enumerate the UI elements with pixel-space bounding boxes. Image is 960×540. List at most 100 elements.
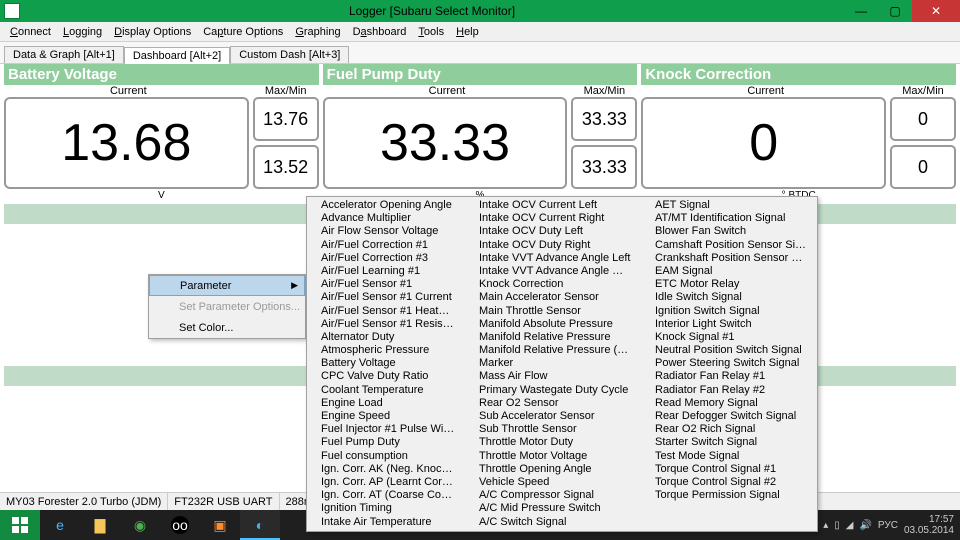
parameter-option[interactable]: Engine Load [307, 397, 465, 410]
parameter-option[interactable]: Manifold Relative Pressure (corrected) [465, 344, 641, 357]
parameter-option[interactable]: Knock Signal #1 [641, 331, 817, 344]
parameter-option[interactable]: Air/Fuel Sensor #1 Current [307, 291, 465, 304]
parameter-option[interactable]: Rear O2 Rich Signal [641, 423, 817, 436]
parameter-option[interactable]: Throttle Motor Voltage [465, 450, 641, 463]
parameter-option[interactable]: Air/Fuel Correction #3 [307, 252, 465, 265]
parameter-option[interactable]: Intake OCV Current Left [465, 199, 641, 212]
parameter-option[interactable]: Coolant Temperature [307, 384, 465, 397]
parameter-option[interactable]: ETC Motor Relay [641, 278, 817, 291]
parameter-option[interactable]: Atmospheric Pressure [307, 344, 465, 357]
network-icon[interactable]: ◢ [846, 520, 854, 531]
parameter-option[interactable]: Accelerator Opening Angle [307, 199, 465, 212]
parameter-option[interactable]: Mass Air Flow [465, 370, 641, 383]
parameter-option[interactable]: Ignition Switch Signal [641, 305, 817, 318]
menu-connect[interactable]: Connect [4, 24, 57, 40]
parameter-option[interactable]: Air/Fuel Correction #1 [307, 239, 465, 252]
gauge-knock-correction[interactable]: Knock Correction CurrentMax/Min 0 0 0 ° … [641, 64, 956, 202]
maximize-button[interactable]: ▢ [878, 0, 912, 22]
minimize-button[interactable]: — [844, 0, 878, 22]
parameter-option[interactable]: Camshaft Position Sensor Signal [641, 239, 817, 252]
menu-display-options[interactable]: Display Options [108, 24, 197, 40]
parameter-option[interactable]: Intake VVT Advance Angle Right [465, 265, 641, 278]
battery-icon[interactable]: ▯ [834, 520, 840, 531]
parameter-option[interactable]: Radiator Fan Relay #1 [641, 370, 817, 383]
parameter-option[interactable]: Knock Correction [465, 278, 641, 291]
parameter-option[interactable]: Advance Multiplier [307, 212, 465, 225]
parameter-option[interactable]: Throttle Motor Duty [465, 436, 641, 449]
parameter-option[interactable]: Air/Fuel Sensor #1 Heater Current [307, 305, 465, 318]
parameter-option[interactable]: Neutral Position Switch Signal [641, 344, 817, 357]
parameter-option[interactable]: A/C Mid Pressure Switch [465, 502, 641, 515]
parameter-option[interactable]: Crankshaft Position Sensor Signal [641, 252, 817, 265]
parameter-option[interactable]: Primary Wastegate Duty Cycle [465, 384, 641, 397]
ctx-item-parameter[interactable]: Parameter ▶ [149, 275, 305, 296]
menu-dashboard[interactable]: Dashboard [347, 24, 413, 40]
parameter-option[interactable]: Main Accelerator Sensor [465, 291, 641, 304]
parameter-option[interactable]: Intake OCV Duty Left [465, 225, 641, 238]
taskbar-app-other2[interactable]: ▣ [200, 510, 240, 540]
tab-custom-dash[interactable]: Custom Dash [Alt+3] [230, 46, 349, 63]
tray-up-icon[interactable]: ▴ [823, 520, 828, 531]
parameter-option[interactable]: Air/Fuel Sensor #1 Resistance [307, 318, 465, 331]
parameter-option[interactable]: Throttle Opening Angle [465, 463, 641, 476]
parameter-option[interactable]: Main Throttle Sensor [465, 305, 641, 318]
taskbar-app-explorer[interactable]: ▇ [80, 510, 120, 540]
parameter-option[interactable]: Read Memory Signal [641, 397, 817, 410]
taskbar-app-chrome[interactable]: ◉ [120, 510, 160, 540]
tray-language[interactable]: РУС [878, 520, 898, 531]
parameter-option[interactable]: Ign. Corr. AT (Coarse Correc.) [307, 489, 465, 502]
parameter-option[interactable]: Torque Control Signal #2 [641, 476, 817, 489]
parameter-option[interactable]: Rear Defogger Switch Signal [641, 410, 817, 423]
parameter-option[interactable]: Blower Fan Switch [641, 225, 817, 238]
start-button[interactable] [0, 510, 40, 540]
close-button[interactable]: ✕ [912, 0, 960, 22]
parameter-option[interactable]: Air/Fuel Learning #1 [307, 265, 465, 278]
parameter-option[interactable]: CPC Valve Duty Ratio [307, 370, 465, 383]
parameter-option[interactable]: Radiator Fan Relay #2 [641, 384, 817, 397]
parameter-option[interactable]: Rear O2 Sensor [465, 397, 641, 410]
parameter-option[interactable]: EAM Signal [641, 265, 817, 278]
menu-tools[interactable]: Tools [412, 24, 450, 40]
parameter-option[interactable]: Intake OCV Duty Right [465, 239, 641, 252]
parameter-option[interactable]: Sub Accelerator Sensor [465, 410, 641, 423]
parameter-option[interactable]: Manifold Relative Pressure [465, 331, 641, 344]
tab-dashboard[interactable]: Dashboard [Alt+2] [124, 47, 230, 64]
menu-capture-options[interactable]: Capture Options [197, 24, 289, 40]
gauge-fuel-pump-duty[interactable]: Fuel Pump Duty CurrentMax/Min 33.33 33.3… [323, 64, 638, 202]
parameter-option[interactable]: Vehicle Speed [465, 476, 641, 489]
volume-icon[interactable]: 🔊 [859, 520, 871, 531]
parameter-option[interactable]: Power Steering Switch Signal [641, 357, 817, 370]
menu-help[interactable]: Help [450, 24, 485, 40]
parameter-option[interactable]: Starter Switch Signal [641, 436, 817, 449]
parameter-option[interactable]: Fuel consumption [307, 450, 465, 463]
taskbar-app-ie[interactable]: e [40, 510, 80, 540]
parameter-option[interactable]: Interior Light Switch [641, 318, 817, 331]
parameter-option[interactable]: Torque Control Signal #1 [641, 463, 817, 476]
menu-graphing[interactable]: Graphing [289, 24, 346, 40]
parameter-option[interactable]: AT/MT Identification Signal [641, 212, 817, 225]
parameter-option[interactable]: A/C Switch Signal [465, 516, 641, 529]
menu-logging[interactable]: Logging [57, 24, 108, 40]
parameter-option[interactable]: Alternator Duty [307, 331, 465, 344]
parameter-option[interactable]: Manifold Absolute Pressure [465, 318, 641, 331]
parameter-option[interactable]: Air/Fuel Sensor #1 [307, 278, 465, 291]
parameter-option[interactable]: Test Mode Signal [641, 450, 817, 463]
parameter-option[interactable]: Ign. Corr. AP (Learnt Correc.) [307, 476, 465, 489]
taskbar-app-other[interactable]: oo [160, 510, 200, 540]
parameter-option[interactable]: Intake Air Temperature [307, 516, 465, 529]
parameter-option[interactable]: A/C Compressor Signal [465, 489, 641, 502]
parameter-option[interactable]: Intake OCV Current Right [465, 212, 641, 225]
parameter-option[interactable]: Idle Switch Signal [641, 291, 817, 304]
taskbar-app-logger[interactable]: ◐ [240, 510, 280, 540]
parameter-option[interactable]: AET Signal [641, 199, 817, 212]
parameter-option[interactable]: Air Flow Sensor Voltage [307, 225, 465, 238]
parameter-option[interactable]: Intake VVT Advance Angle Left [465, 252, 641, 265]
parameter-option[interactable]: Ign. Corr. AK (Neg. Knock Comp.) [307, 463, 465, 476]
tab-data-graph[interactable]: Data & Graph [Alt+1] [4, 46, 124, 63]
parameter-option[interactable]: Battery Voltage [307, 357, 465, 370]
parameter-option[interactable]: Marker [465, 357, 641, 370]
parameter-option[interactable]: Engine Speed [307, 410, 465, 423]
parameter-option[interactable]: Fuel Pump Duty [307, 436, 465, 449]
tray-clock[interactable]: 17:57 03.05.2014 [904, 514, 954, 536]
parameter-option[interactable]: Torque Permission Signal [641, 489, 817, 502]
